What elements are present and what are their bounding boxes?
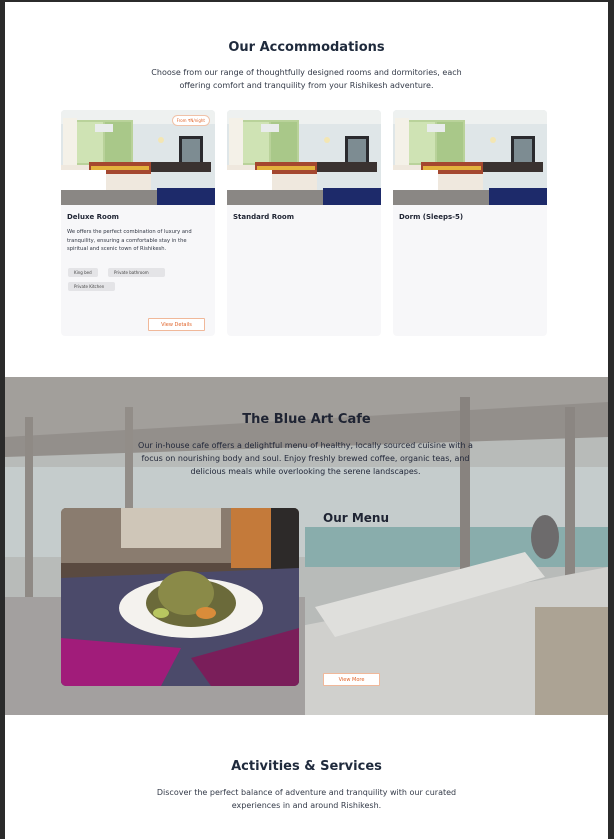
amenity-tag: King bed <box>68 268 98 277</box>
room-description: We offers the perfect combination of lux… <box>67 229 192 253</box>
accommodations-title: Our Accommodations <box>228 40 385 55</box>
room-name: Standard Room <box>233 213 295 221</box>
cafe-section: The Blue Art Cafe Our in-house cafe offe… <box>5 377 608 715</box>
room-name: Deluxe Room <box>67 213 119 221</box>
menu-title: Our Menu <box>323 511 390 525</box>
room-card-dorm: Dorm (Sleeps-5) <box>393 110 547 336</box>
view-details-button[interactable]: View Details <box>148 318 205 331</box>
activities-description: Discover the perfect balance of adventur… <box>156 788 457 810</box>
room-card-standard: Standard Room <box>227 110 381 336</box>
cafe-food-image <box>61 508 299 686</box>
room-image <box>227 110 381 205</box>
activities-title: Activities & Services <box>231 759 382 774</box>
amenity-tag: Private Kitchen <box>68 282 115 291</box>
accommodations-description: Choose from our range of thoughtfully de… <box>151 68 462 90</box>
price-badge: From ₹N/night <box>171 115 210 126</box>
cafe-title: The Blue Art Cafe <box>242 412 371 427</box>
room-image <box>393 110 547 205</box>
amenity-tag: Private bathroom <box>108 268 165 277</box>
page: Our Accommodations Choose from our range… <box>5 2 608 839</box>
room-card-deluxe: From ₹N/night Deluxe Room We offers the … <box>61 110 215 336</box>
view-more-button[interactable]: View More <box>323 673 380 686</box>
room-name: Dorm (Sleeps-5) <box>399 213 464 221</box>
cafe-description: Our in-house cafe offers a delightful me… <box>138 441 473 476</box>
